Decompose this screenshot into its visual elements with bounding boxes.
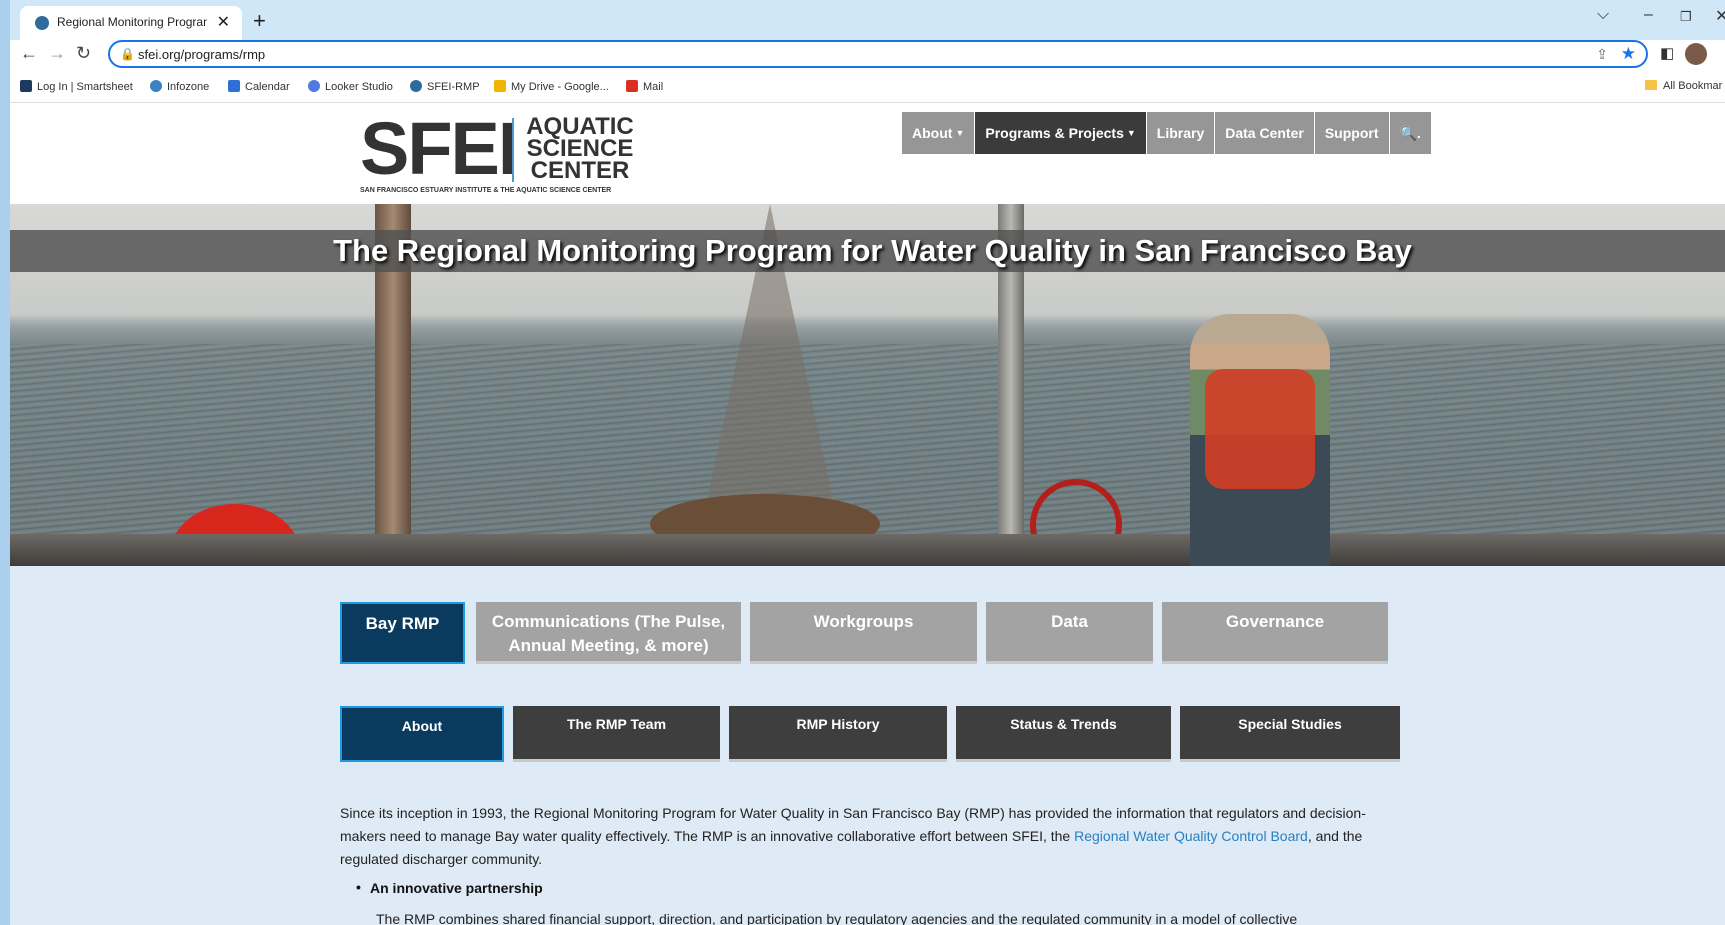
nav-programs-label: Programs & Projects: [985, 125, 1124, 141]
tab-data[interactable]: Data: [986, 602, 1153, 664]
regional-board-link[interactable]: Regional Water Quality Control Board: [1074, 828, 1308, 844]
url-text[interactable]: sfei.org/programs/rmp: [138, 47, 265, 62]
side-panel-icon[interactable]: ◧: [1660, 44, 1674, 62]
profile-avatar[interactable]: [1685, 43, 1707, 65]
bullet-heading: An innovative partnership: [356, 879, 543, 896]
logo-divider: [512, 118, 514, 182]
secondary-tabs: About The RMP Team RMP History Status & …: [340, 706, 1402, 764]
minimize-icon[interactable]: –: [1644, 6, 1653, 24]
bookmark-mail[interactable]: Mail: [626, 80, 663, 93]
close-tab-icon[interactable]: ✕: [217, 12, 230, 32]
tab-rmp-team[interactable]: The RMP Team: [513, 706, 720, 762]
tab-governance[interactable]: Governance: [1162, 602, 1388, 664]
address-bar[interactable]: 🔒 sfei.org/programs/rmp ⇪ ★: [108, 40, 1648, 68]
browser-window: Regional Monitoring Program fo ✕ + ⌵ – ❐…: [10, 0, 1725, 925]
sfei-icon: [410, 80, 422, 92]
lock-icon[interactable]: 🔒: [120, 47, 135, 61]
bookmark-infozone[interactable]: Infozone: [150, 80, 209, 93]
tab-status-trends[interactable]: Status & Trends: [956, 706, 1171, 762]
primary-tabs: Bay RMP Communications (The Pulse, Annua…: [340, 602, 1402, 668]
smartsheet-icon: [20, 80, 32, 92]
all-bookmarks[interactable]: All Bookmar: [1645, 80, 1722, 92]
calendar-icon: [228, 80, 240, 92]
nav-about-label: About: [912, 125, 953, 141]
restore-icon[interactable]: ❐: [1680, 9, 1692, 25]
site-nav: About ▼ Programs & Projects ▼ Library Data…: [902, 112, 1432, 154]
tab-strip: Regional Monitoring Program fo ✕ + ⌵ – ❐…: [10, 0, 1725, 40]
new-tab-icon[interactable]: +: [253, 8, 266, 34]
logo-line-3: CENTER: [530, 157, 630, 184]
nav-library[interactable]: Library: [1146, 112, 1215, 154]
bookmark-smartsheet[interactable]: Log In | Smartsheet: [20, 80, 133, 93]
back-icon[interactable]: ←: [20, 43, 38, 64]
bullet-text: The RMP combines shared financial suppor…: [376, 911, 1298, 925]
nav-programs-projects[interactable]: Programs & Projects ▼: [975, 112, 1146, 154]
tab-bay-rmp[interactable]: Bay RMP: [340, 602, 465, 664]
tab-workgroups[interactable]: Workgroups: [750, 602, 977, 664]
looker-studio-icon: [308, 80, 320, 92]
tab-about[interactable]: About: [340, 706, 504, 762]
tab-special-studies[interactable]: Special Studies: [1180, 706, 1400, 762]
life-vest: [1205, 369, 1315, 489]
bookmarks-bar: Log In | Smartsheet Infozone Calendar Lo…: [10, 72, 1725, 103]
bookmark-calendar[interactable]: Calendar: [228, 80, 290, 93]
browser-toolbar: ← → ↻ 🔒 sfei.org/programs/rmp ⇪ ★ ◧: [10, 40, 1725, 70]
search-icon[interactable]: 🔍.: [1389, 112, 1431, 154]
intro-paragraph: Since its inception in 1993, the Regiona…: [340, 802, 1410, 871]
close-window-icon[interactable]: ✕: [1715, 6, 1725, 26]
gmail-icon: [626, 80, 638, 92]
logo-asc: AQUATIC SCIENCE CENTER: [525, 115, 635, 184]
caret-down-icon: ▼: [1126, 128, 1136, 138]
bookmark-sfei-rmp[interactable]: SFEI-RMP: [410, 80, 480, 93]
share-icon[interactable]: ⇪: [1596, 46, 1608, 63]
tab-search-chevron-icon[interactable]: ⌵: [1597, 6, 1609, 24]
bookmark-looker-studio[interactable]: Looker Studio: [308, 80, 393, 93]
forward-icon[interactable]: →: [48, 43, 66, 64]
bookmark-google-drive[interactable]: My Drive - Google...: [494, 80, 609, 93]
info-icon: [150, 80, 162, 92]
folder-icon: [1645, 80, 1657, 90]
bookmark-star-icon[interactable]: ★: [1621, 44, 1636, 64]
main-content: Bay RMP Communications (The Pulse, Annua…: [10, 566, 1725, 925]
nav-support[interactable]: Support: [1314, 112, 1389, 154]
tab-rmp-history[interactable]: RMP History: [729, 706, 947, 762]
caret-down-icon: ▼: [955, 128, 965, 138]
boat-deck: [10, 534, 1725, 566]
skyline: [10, 316, 1725, 344]
tab-communications[interactable]: Communications (The Pulse, Annual Meetin…: [476, 602, 741, 664]
sfei-favicon-icon: [35, 16, 49, 30]
browser-tab[interactable]: Regional Monitoring Program fo ✕: [20, 6, 242, 40]
logo-subtitle: SAN FRANCISCO ESTUARY INSTITUTE & THE AQ…: [360, 187, 612, 194]
tab-title: Regional Monitoring Program fo: [57, 15, 207, 29]
logo-wordmark: SFEI: [360, 107, 518, 190]
page-title: The Regional Monitoring Program for Wate…: [333, 233, 1412, 268]
reload-icon[interactable]: ↻: [76, 43, 91, 64]
nav-data-center[interactable]: Data Center: [1215, 112, 1314, 154]
nav-about[interactable]: About ▼: [902, 112, 975, 154]
google-drive-icon: [494, 80, 506, 92]
